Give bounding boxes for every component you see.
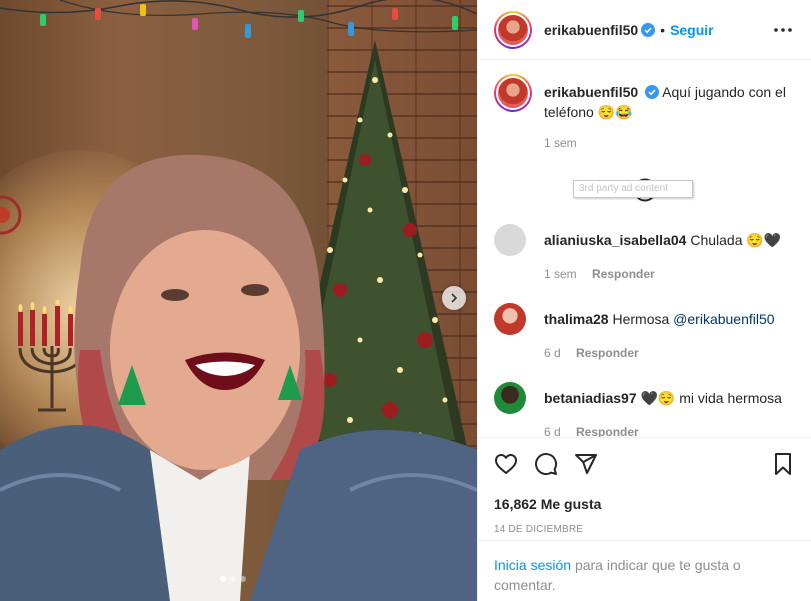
like-button[interactable] [494, 452, 518, 476]
post-date[interactable]: 14 DE DICIEMBRE [478, 524, 811, 535]
commenter-username[interactable]: thalima28 [544, 311, 609, 327]
like-count[interactable]: 16,862 Me gusta [478, 496, 811, 512]
more-options-icon [774, 27, 792, 32]
commenter-avatar[interactable] [494, 382, 526, 414]
comment-item: thalima28 Hermosa @erikabuenfil50 6 d Re… [494, 303, 795, 360]
carousel-dot [230, 576, 236, 582]
verified-badge-icon [645, 85, 660, 99]
login-link[interactable]: Inicia sesión [494, 557, 571, 573]
reply-button[interactable]: Responder [576, 346, 639, 360]
carousel-indicator [220, 576, 246, 582]
more-options-button[interactable] [771, 18, 795, 42]
share-button[interactable] [574, 452, 598, 476]
comment-text: 🖤😌 mi vida hermosa [640, 390, 782, 406]
reply-button[interactable]: Responder [592, 267, 655, 281]
heart-icon [495, 454, 517, 474]
comment-time[interactable]: 1 sem [544, 267, 577, 281]
comment-text: Chulada 😌🖤 [690, 232, 782, 248]
ad-tooltip: 3rd party ad content [573, 180, 693, 198]
carousel-dot [240, 576, 246, 582]
comment-time[interactable]: 6 d [544, 425, 561, 437]
reply-button[interactable]: Responder [576, 425, 639, 437]
comment-item: alianiuska_isabella04 Chulada 😌🖤 1 sem R… [494, 224, 795, 281]
verified-badge-icon [641, 22, 656, 37]
login-prompt: Inicia sesión para indicar que te gusta … [478, 540, 811, 595]
post-details-panel: erikabuenfil50 • Seguir erikabuenfil50 A… [477, 0, 811, 601]
follow-button[interactable]: Seguir [670, 22, 714, 38]
mention-link[interactable]: @erikabuenfil50 [673, 311, 774, 327]
comment-item: betaniadias97 🖤😌 mi vida hermosa 6 d Res… [494, 382, 795, 437]
carousel-dot-active [220, 576, 226, 582]
commenter-avatar[interactable] [494, 303, 526, 335]
caption-time[interactable]: 1 sem [544, 136, 795, 150]
action-bar [478, 438, 811, 490]
author-username[interactable]: erikabuenfil50 [544, 22, 638, 38]
woman-selfie [0, 154, 477, 601]
caption-author-avatar[interactable] [494, 74, 532, 112]
comment-icon [535, 453, 558, 476]
post-header: erikabuenfil50 • Seguir [478, 0, 811, 60]
author-avatar[interactable] [494, 10, 532, 49]
comment-text: Hermosa [612, 311, 670, 327]
share-icon [575, 454, 597, 474]
commenter-username[interactable]: alianiuska_isabella04 [544, 232, 686, 248]
separator-dot: • [660, 21, 666, 38]
commenter-username[interactable]: betaniadias97 [544, 390, 637, 406]
comments-section: erikabuenfil50 Aquí jugando con el teléf… [478, 60, 811, 438]
caption-username[interactable]: erikabuenfil50 [544, 84, 638, 100]
chevron-right-icon [451, 293, 458, 303]
carousel-next-button[interactable] [442, 286, 466, 310]
comment-time[interactable]: 6 d [544, 346, 561, 360]
caption-body: erikabuenfil50 Aquí jugando con el teléf… [544, 74, 795, 122]
comment-button[interactable] [534, 452, 558, 476]
save-button[interactable] [771, 452, 795, 476]
commenter-avatar[interactable] [494, 224, 526, 256]
post-photo[interactable] [0, 0, 477, 601]
bookmark-icon [775, 453, 791, 475]
post-caption: erikabuenfil50 Aquí jugando con el teléf… [494, 74, 795, 122]
